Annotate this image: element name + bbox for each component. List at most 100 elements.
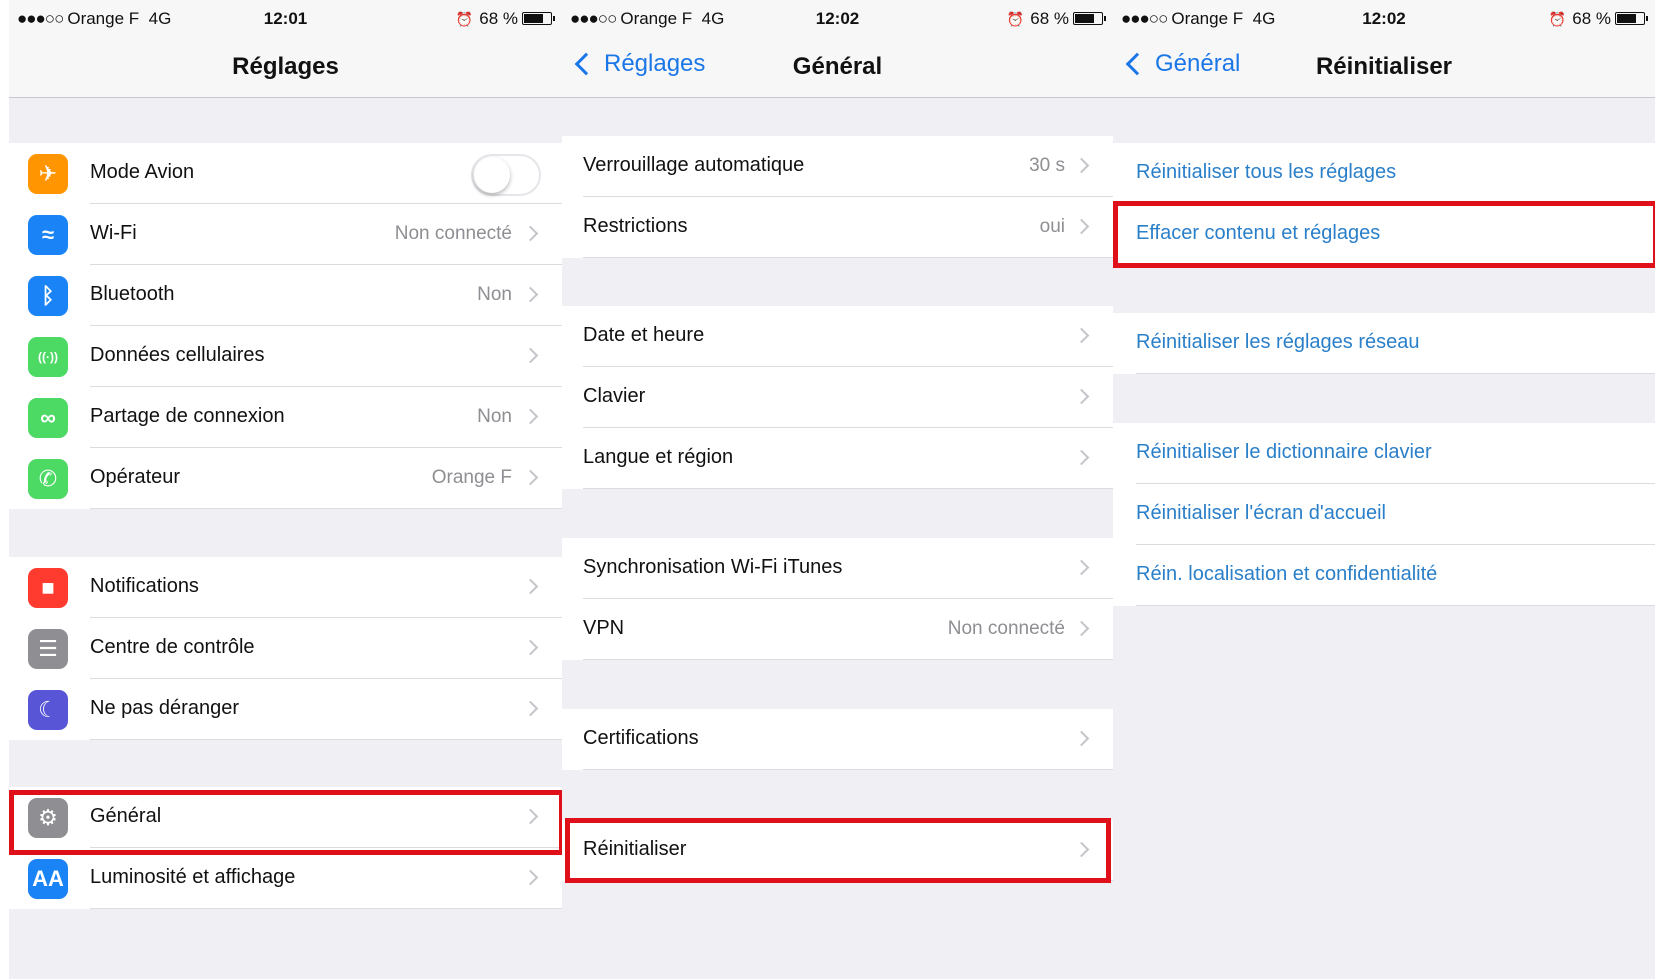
chevron-right-icon	[1073, 559, 1090, 576]
reset-option-label: Réinitialiser l'écran d'accueil	[1136, 502, 1386, 524]
general-row-label: Certifications	[583, 727, 699, 749]
general-row-label: Clavier	[583, 385, 646, 407]
airplane-mode-switch[interactable]	[471, 154, 541, 196]
battery-icon	[1073, 12, 1106, 25]
chevron-right-icon	[1073, 218, 1090, 235]
chevron-right-icon	[522, 639, 539, 656]
page-title: Réglages	[232, 53, 339, 80]
status-bar: ●●●○○ Orange F 4G 12:02 ⏰ 68 %	[1113, 0, 1655, 38]
row-divider	[583, 880, 1113, 881]
general-row-certifications[interactable]: Certifications	[562, 709, 1113, 770]
reset-row-reinitialiser-le-dictionnaire-clavier[interactable]: Réinitialiser le dictionnaire clavier	[1113, 423, 1655, 484]
status-bar: ●●●○○ Orange F 4G 12:02 ⏰ 68 %	[562, 0, 1113, 38]
reset-option-label: Effacer contenu et réglages	[1136, 222, 1381, 244]
wifi-icon: ≈	[28, 215, 68, 255]
general-row-synchronisation-wi-fi-itunes[interactable]: Synchronisation Wi-Fi iTunes	[562, 538, 1113, 599]
chevron-right-icon	[522, 225, 539, 242]
row-divider	[583, 488, 1113, 489]
general-row-value: 30 s	[1029, 155, 1065, 176]
settings-row-mode-avion[interactable]: ✈ Mode Avion	[9, 143, 562, 204]
nav-bar: Réglages Général	[562, 38, 1113, 98]
chevron-right-icon	[522, 578, 539, 595]
alarm-clock-icon: ⏰	[1006, 11, 1025, 27]
chevron-right-icon	[522, 347, 539, 364]
reset-row-reinitialiser-l-ecran-d-accueil[interactable]: Réinitialiser l'écran d'accueil	[1113, 484, 1655, 545]
general-row-label: Synchronisation Wi-Fi iTunes	[583, 556, 843, 578]
page-title: Général	[792, 53, 883, 80]
general-row-vpn[interactable]: VPN Non connecté	[562, 599, 1113, 660]
reset-row-rein-localisation-et-confidentialite[interactable]: Réin. localisation et confidentialité	[1113, 545, 1655, 606]
settings-row-label: Ne pas déranger	[90, 697, 239, 719]
chevron-right-icon	[1073, 620, 1090, 637]
settings-row-luminosite-et-affichage[interactable]: AA Luminosité et affichage	[9, 848, 562, 909]
general-row-label: Verrouillage automatique	[583, 154, 805, 176]
row-divider	[1136, 264, 1655, 265]
chevron-right-icon	[1073, 841, 1090, 858]
general-row-label: VPN	[583, 617, 625, 639]
general-row-label: Langue et région	[583, 446, 734, 468]
settings-row-label: Partage de connexion	[90, 405, 285, 427]
settings-row-notifications[interactable]: ■ Notifications	[9, 557, 562, 618]
general-row-value: Non connecté	[947, 618, 1065, 639]
reset-row-reinitialiser-tous-les-reglages[interactable]: Réinitialiser tous les réglages	[1113, 143, 1655, 204]
chevron-right-icon	[1073, 157, 1090, 174]
row-divider	[1136, 605, 1655, 606]
settings-row-value: Non connecté	[394, 223, 512, 244]
settings-row-general[interactable]: ⚙ Général	[9, 787, 562, 848]
chevron-right-icon	[522, 469, 539, 486]
row-divider	[90, 739, 562, 740]
airplane-icon: ✈	[28, 154, 68, 194]
general-row-label: Restrictions	[583, 215, 688, 237]
general-row-date-et-heure[interactable]: Date et heure	[562, 306, 1113, 367]
settings-row-wi-fi[interactable]: ≈ Wi-Fi Non connecté	[9, 204, 562, 265]
general-row-langue-et-region[interactable]: Langue et région	[562, 428, 1113, 489]
battery-percent: 68 %	[1572, 9, 1611, 28]
reset-option-label: Réinitialiser tous les réglages	[1136, 161, 1397, 183]
chevron-right-icon	[522, 700, 539, 717]
settings-row-label: Wi-Fi	[90, 222, 137, 244]
general-row-value: oui	[1039, 216, 1065, 237]
settings-row-label: Données cellulaires	[90, 344, 265, 366]
control-center-icon: ☰	[28, 629, 68, 669]
row-divider	[583, 257, 1113, 258]
row-divider	[90, 908, 562, 909]
chevron-right-icon	[522, 869, 539, 886]
settings-row-label: Général	[90, 805, 162, 827]
bluetooth-icon: ᛒ	[28, 276, 68, 316]
general-row-label: Réinitialiser	[583, 838, 687, 860]
nav-bar: Général Réinitialiser	[1113, 38, 1655, 98]
row-divider	[90, 508, 562, 509]
general-row-restrictions[interactable]: Restrictions oui	[562, 197, 1113, 258]
moon-icon: ☾	[28, 690, 68, 730]
general-row-verrouillage-automatique[interactable]: Verrouillage automatique 30 s	[562, 136, 1113, 197]
general-row-clavier[interactable]: Clavier	[562, 367, 1113, 428]
reset-row-reinitialiser-les-reglages-reseau[interactable]: Réinitialiser les réglages réseau	[1113, 313, 1655, 374]
settings-row-partage-de-connexion[interactable]: ∞ Partage de connexion Non	[9, 387, 562, 448]
row-divider	[583, 769, 1113, 770]
cellular-icon: ((·))	[28, 337, 68, 377]
battery-icon	[1615, 12, 1648, 25]
settings-row-ne-pas-deranger[interactable]: ☾ Ne pas déranger	[9, 679, 562, 740]
gear-icon: ⚙	[28, 798, 68, 838]
general-row-reinitialiser[interactable]: Réinitialiser	[562, 820, 1113, 881]
reset-row-effacer-contenu-et-reglages[interactable]: Effacer contenu et réglages	[1113, 204, 1655, 265]
settings-row-operateur[interactable]: ✆ Opérateur Orange F	[9, 448, 562, 509]
settings-row-label: Luminosité et affichage	[90, 866, 296, 888]
brightness-icon: AA	[28, 859, 68, 899]
settings-row-donnees-cellulaires[interactable]: ((·)) Données cellulaires	[9, 326, 562, 387]
row-divider	[1136, 373, 1655, 374]
settings-row-value: Non	[477, 406, 512, 427]
settings-row-label: Bluetooth	[90, 283, 175, 305]
chevron-right-icon	[522, 808, 539, 825]
alarm-clock-icon: ⏰	[1548, 11, 1567, 27]
settings-row-bluetooth[interactable]: ᛒ Bluetooth Non	[9, 265, 562, 326]
reset-screen: ●●●○○ Orange F 4G 12:02 ⏰ 68 % Général Réi…	[1113, 0, 1655, 979]
reset-option-label: Réinitialiser le dictionnaire clavier	[1136, 441, 1432, 463]
notifications-icon: ■	[28, 568, 68, 608]
phone-icon: ✆	[28, 459, 68, 499]
settings-row-centre-de-controle[interactable]: ☰ Centre de contrôle	[9, 618, 562, 679]
hotspot-icon: ∞	[28, 398, 68, 438]
battery-percent: 68 %	[479, 9, 518, 28]
settings-row-label: Centre de contrôle	[90, 636, 255, 658]
status-bar: ●●●○○ Orange F 4G 12:01 ⏰ 68 %	[9, 0, 562, 38]
